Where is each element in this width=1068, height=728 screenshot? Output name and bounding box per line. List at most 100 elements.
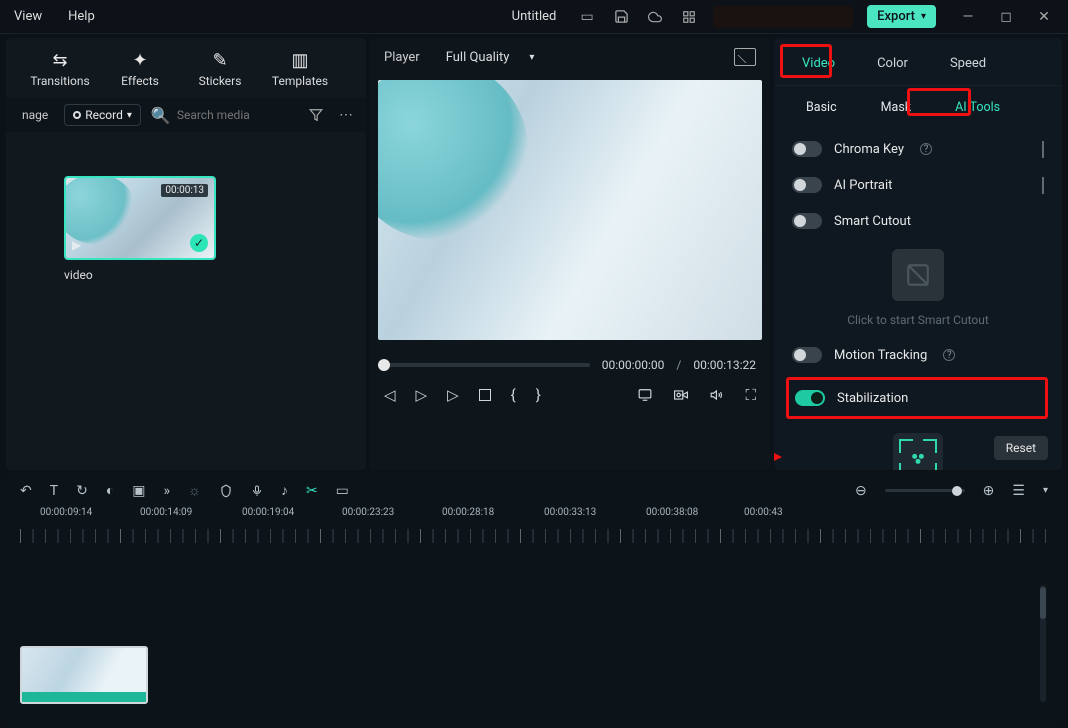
- ruler-label: 00:00:43: [744, 507, 783, 518]
- ruler-label: 00:00:38:08: [646, 507, 698, 518]
- window-minimize-icon[interactable]: —: [958, 7, 978, 27]
- filter-icon[interactable]: [306, 105, 326, 125]
- sun-icon[interactable]: ☼: [188, 482, 201, 499]
- split-icon[interactable]: ✂: [306, 483, 318, 499]
- tab-effects[interactable]: ✦ Effects: [100, 44, 180, 98]
- transitions-label: Transitions: [30, 74, 89, 88]
- help-icon[interactable]: ?: [920, 143, 932, 155]
- text-icon[interactable]: T: [50, 483, 58, 499]
- toggle-stabilization[interactable]: [795, 390, 825, 406]
- chevron-down-icon: ▾: [921, 11, 926, 22]
- quality-dropdown[interactable]: Full Quality ▾: [446, 50, 535, 65]
- ruler-label: 00:00:28:18: [442, 507, 494, 518]
- zoom-in-icon[interactable]: ⊕: [983, 483, 995, 499]
- analysis-icon: [893, 433, 943, 470]
- keyframe-icon[interactable]: [1042, 141, 1044, 158]
- record-button[interactable]: Record ▾: [64, 104, 141, 126]
- properties-panel: Video Color Speed Basic Mask AI Tools Ch…: [774, 38, 1062, 470]
- toggle-chroma[interactable]: [792, 141, 822, 157]
- arrow-annotation: [774, 445, 782, 469]
- play-icon[interactable]: ▷: [416, 386, 428, 404]
- preview-viewport[interactable]: [378, 80, 762, 340]
- play-next-icon[interactable]: ▷: [447, 386, 459, 404]
- cloud-icon[interactable]: [645, 7, 665, 27]
- marker-in-icon[interactable]: {: [511, 386, 516, 404]
- record-icon: [73, 111, 81, 119]
- vertical-scrollbar[interactable]: [1040, 585, 1046, 702]
- toggle-motion[interactable]: [792, 347, 822, 363]
- volume-icon[interactable]: [709, 388, 725, 402]
- tab-speed[interactable]: Speed: [946, 50, 990, 77]
- timeline-panel: ↶ T ↻ ◐ ▣ » ☼ ♪ ✂ ▭ ⊖ ⊕ ☰ ▾ 00:00:09:14 …: [6, 474, 1062, 722]
- fullscreen-icon[interactable]: ⛶: [745, 386, 756, 404]
- tab-transitions[interactable]: ⇆ Transitions: [20, 44, 100, 98]
- chevron-down-icon[interactable]: ▾: [1043, 485, 1048, 496]
- crop-icon[interactable]: ▣: [132, 483, 145, 499]
- camera-icon[interactable]: [673, 388, 689, 402]
- smartcutout-launch[interactable]: Click to start Smart Cutout: [792, 249, 1044, 327]
- time-separator: /: [676, 358, 681, 372]
- media-panel: ⇆ Transitions ✦ Effects ✎ Stickers ▥ Tem…: [6, 38, 366, 470]
- ruler-label: 00:00:33:13: [544, 507, 596, 518]
- toggle-aiportrait[interactable]: [792, 177, 822, 193]
- stop-icon[interactable]: [479, 389, 491, 401]
- titlebar: View Help Untitled ▭ Export ▾ — ◻ ✕: [0, 0, 1068, 34]
- row-motion-tracking[interactable]: Motion Tracking ?: [784, 337, 1052, 373]
- menu-view[interactable]: View: [14, 9, 42, 24]
- search-icon: 🔍: [151, 106, 171, 125]
- zoom-out-icon[interactable]: ⊖: [855, 483, 867, 499]
- more-tools-icon[interactable]: »: [164, 483, 171, 499]
- row-smart-cutout[interactable]: Smart Cutout: [784, 203, 1052, 239]
- mic-icon[interactable]: [251, 483, 263, 499]
- save-icon[interactable]: [611, 7, 631, 27]
- track-clip-audio: [22, 692, 146, 704]
- stickers-label: Stickers: [199, 74, 242, 88]
- more-icon[interactable]: ⋯: [336, 105, 356, 125]
- window-restore-icon[interactable]: ◻: [996, 7, 1016, 27]
- apps-icon[interactable]: [679, 7, 699, 27]
- reset-button[interactable]: Reset: [994, 436, 1048, 460]
- timeline-tracks[interactable]: [20, 549, 1048, 712]
- seek-bar[interactable]: [384, 363, 590, 367]
- zoom-slider[interactable]: [885, 489, 965, 492]
- display-icon[interactable]: [637, 388, 653, 402]
- search-input[interactable]: [177, 108, 296, 122]
- tab-color[interactable]: Color: [873, 50, 912, 77]
- keyframe-icon[interactable]: [1042, 177, 1044, 194]
- toggle-smartcutout[interactable]: [792, 213, 822, 229]
- smartcutout-hint: Click to start Smart Cutout: [847, 313, 989, 327]
- nage-label: nage: [16, 106, 54, 124]
- track-clip[interactable]: [20, 646, 148, 704]
- account-pill[interactable]: [713, 6, 853, 28]
- undo-icon[interactable]: ↶: [20, 483, 32, 499]
- snapshot-icon[interactable]: [734, 48, 756, 66]
- tab-stickers[interactable]: ✎ Stickers: [180, 44, 260, 98]
- history-icon[interactable]: ↻: [76, 483, 88, 499]
- export-label: Export: [877, 9, 915, 24]
- marker-out-icon[interactable]: }: [536, 386, 541, 404]
- row-ai-portrait[interactable]: AI Portrait: [784, 167, 1052, 203]
- list-view-icon[interactable]: ☰: [1012, 483, 1025, 499]
- row-stabilization[interactable]: Stabilization: [789, 380, 1045, 416]
- current-time: 00:00:00:00: [602, 358, 665, 372]
- highlight-video-tab: [780, 44, 832, 78]
- music-icon[interactable]: ♪: [281, 482, 288, 499]
- smartcutout-icon: [892, 249, 944, 301]
- row-chroma-key[interactable]: Chroma Key ?: [784, 131, 1052, 167]
- palette-icon[interactable]: ◐: [106, 482, 114, 499]
- subtab-basic[interactable]: Basic: [800, 96, 843, 119]
- window-close-icon[interactable]: ✕: [1034, 7, 1054, 27]
- clip-label: video: [64, 268, 356, 282]
- export-button[interactable]: Export ▾: [867, 5, 936, 28]
- tab-templates[interactable]: ▥ Templates: [260, 44, 340, 98]
- screen-icon[interactable]: ▭: [577, 7, 597, 27]
- marker-icon[interactable]: [219, 483, 233, 499]
- prev-frame-icon[interactable]: ◁: [384, 386, 396, 404]
- stickers-icon: ✎: [208, 50, 232, 70]
- help-icon[interactable]: ?: [943, 349, 955, 361]
- clip-thumb[interactable]: 00:00:13 ▶ ✓: [64, 176, 216, 260]
- aspect-icon[interactable]: ▭: [336, 483, 349, 499]
- menu-help[interactable]: Help: [68, 9, 95, 24]
- chevron-down-icon: ▾: [529, 52, 534, 63]
- timeline-ruler[interactable]: 00:00:09:14 00:00:14:09 00:00:19:04 00:0…: [20, 507, 1048, 543]
